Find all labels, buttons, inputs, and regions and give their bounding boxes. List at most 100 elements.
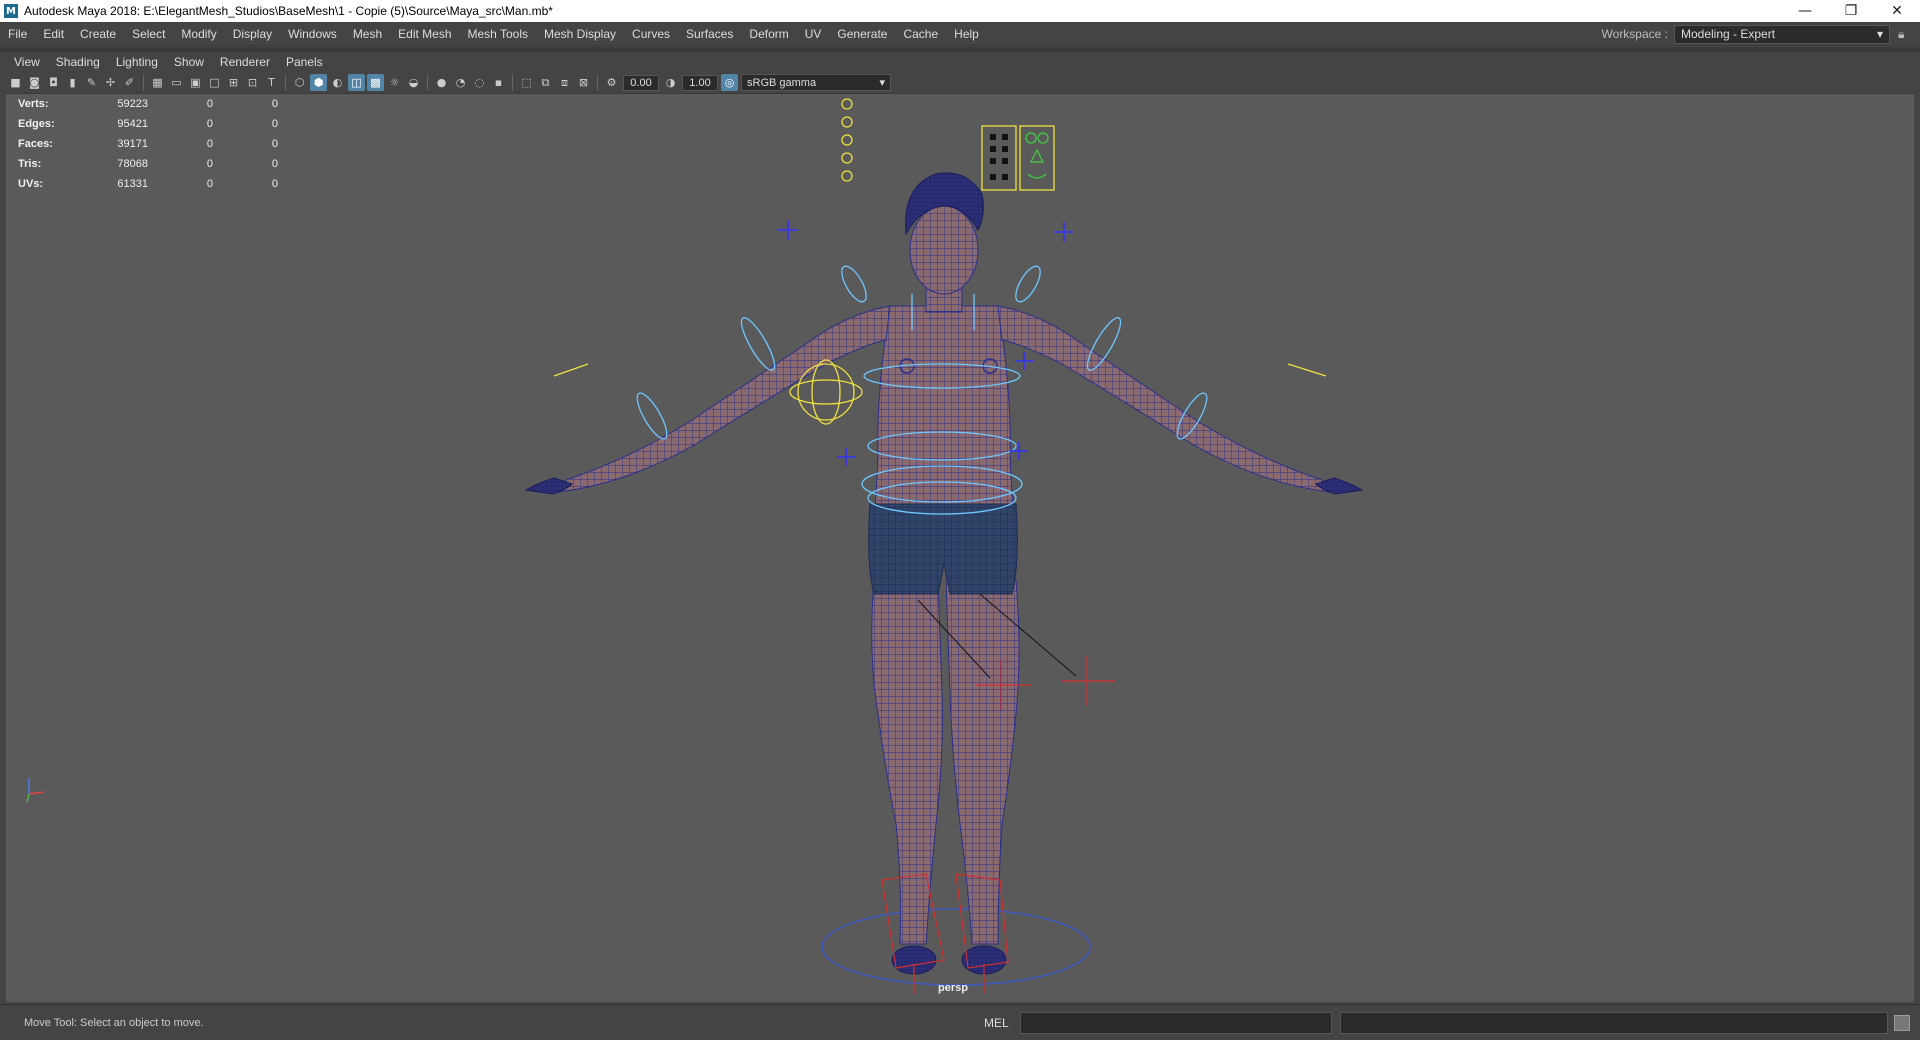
menu-surfaces[interactable]: Surfaces [678, 27, 741, 41]
depth-of-field-icon[interactable]: ▪ [490, 74, 507, 91]
grid-icon[interactable]: ▦ [149, 74, 166, 91]
menu-deform[interactable]: Deform [741, 27, 796, 41]
xray-active-components-icon[interactable]: ⧈ [556, 74, 573, 91]
hud-value: 59223 [117, 98, 148, 110]
hud-row-tris: Tris: 78068 0 0 [18, 154, 278, 174]
menu-mesh[interactable]: Mesh [345, 27, 390, 41]
right-clavicle-control [1015, 265, 1041, 303]
menu-generate[interactable]: Generate [829, 27, 895, 41]
gamma-field[interactable]: 1.00 [682, 74, 718, 91]
menu-cache[interactable]: Cache [895, 27, 946, 41]
ambient-occlusion-icon[interactable]: ● [433, 74, 450, 91]
camera-attributes-icon[interactable]: ◙ [26, 74, 43, 91]
hud-value: 0 [206, 118, 213, 130]
smooth-shade-icon[interactable]: ⬢ [310, 74, 327, 91]
restore-button[interactable]: ❐ [1828, 0, 1874, 22]
right-hand-mesh [1315, 477, 1364, 495]
default-lighting-icon[interactable]: ◐ [329, 74, 346, 91]
gamma-icon[interactable]: ◑ [662, 74, 679, 91]
menu-modify[interactable]: Modify [173, 27, 224, 41]
menu-help[interactable]: Help [946, 27, 987, 41]
hud-value: 0 [271, 98, 278, 110]
panel-menu-lighting[interactable]: Lighting [108, 55, 166, 69]
3d-viewport[interactable]: Verts: 59223 0 0 Edges: 95421 0 0 Faces:… [6, 94, 1914, 1002]
gate-mask-icon[interactable]: □ [206, 74, 223, 91]
hud-value: 39171 [117, 138, 148, 150]
face-control-dots [990, 134, 1008, 180]
xray-joints-icon[interactable]: ⊠ [575, 74, 592, 91]
command-line-bar: Move Tool: Select an object to move. MEL [0, 1004, 1920, 1040]
script-editor-icon[interactable] [1894, 1015, 1910, 1031]
menu-display[interactable]: Display [225, 27, 280, 41]
eye-control-2 [841, 98, 853, 110]
image-plane-icon[interactable]: ▮ [64, 74, 81, 91]
hud-value: 61331 [117, 178, 148, 190]
view-transform-dropdown[interactable]: sRGB gamma ▾ [741, 74, 891, 91]
film-gate-icon[interactable]: ▭ [168, 74, 185, 91]
hud-row-verts: Verts: 59223 0 0 [18, 94, 278, 114]
shadows-icon[interactable]: ◒ [405, 74, 422, 91]
eye-control-4 [841, 134, 853, 146]
menu-select[interactable]: Select [124, 27, 173, 41]
motion-blur-icon[interactable]: ◔ [452, 74, 469, 91]
menu-uv[interactable]: UV [797, 27, 830, 41]
lock-icon[interactable]: 🔒︎ [1898, 27, 1910, 41]
command-input[interactable] [1020, 1012, 1332, 1034]
root-control-circle [821, 908, 1091, 986]
resolution-gate-icon[interactable]: ▣ [187, 74, 204, 91]
head-mesh [909, 205, 979, 295]
textured-icon[interactable]: ▩ [367, 74, 384, 91]
right-hand-ik [1287, 363, 1327, 377]
right-leg-mesh [945, 579, 1020, 945]
anti-aliasing-icon[interactable]: ◌ [471, 74, 488, 91]
menu-edit-mesh[interactable]: Edit Mesh [390, 27, 459, 41]
panel-menu-shading[interactable]: Shading [48, 55, 108, 69]
hud-label: Verts: [18, 98, 49, 110]
use-all-lights-icon[interactable]: ☼ [386, 74, 403, 91]
safe-title-icon[interactable]: T [263, 74, 280, 91]
xray-icon[interactable]: ⧉ [537, 74, 554, 91]
toolbar-separator [143, 74, 144, 91]
viewport-scene [26, 98, 1364, 994]
wireframe-on-shaded-icon[interactable]: ◫ [348, 74, 365, 91]
workspace-value: Modeling - Expert [1681, 27, 1776, 41]
panel-menu-show[interactable]: Show [166, 55, 212, 69]
hud-value: 0 [206, 138, 213, 150]
menu-file[interactable]: File [0, 27, 35, 41]
field-chart-icon[interactable]: ⊞ [225, 74, 242, 91]
menu-mesh-tools[interactable]: Mesh Tools [460, 27, 536, 41]
color-management-icon[interactable]: ◎ [721, 74, 738, 91]
exposure-field[interactable]: 0.00 [623, 74, 659, 91]
camera-select-icon[interactable]: ■ [7, 74, 24, 91]
script-language-toggle[interactable]: MEL [984, 1016, 1009, 1030]
window-title: Autodesk Maya 2018: E:\ElegantMesh_Studi… [24, 4, 553, 18]
bookmark-icon[interactable]: ◘ [45, 74, 62, 91]
eye-control-6 [841, 170, 853, 182]
grease-pencil-icon[interactable]: ✎ [83, 74, 100, 91]
pen-icon[interactable]: ✐ [121, 74, 138, 91]
help-line: Move Tool: Select an object to move. [24, 1017, 204, 1029]
hud-row-uvs: UVs: 61331 0 0 [18, 174, 278, 194]
exposure-icon[interactable]: ⚙ [603, 74, 620, 91]
minimize-button[interactable]: — [1782, 0, 1828, 22]
panel-menu-view[interactable]: View [6, 55, 48, 69]
right-arm-mesh [997, 305, 1332, 493]
isolate-select-icon[interactable]: ⬚ [518, 74, 535, 91]
wireframe-icon[interactable]: ⬡ [291, 74, 308, 91]
2d-pan-zoom-icon[interactable]: ✢ [102, 74, 119, 91]
menu-mesh-display[interactable]: Mesh Display [536, 27, 624, 41]
menu-windows[interactable]: Windows [280, 27, 345, 41]
menu-edit[interactable]: Edit [35, 27, 72, 41]
safe-action-icon[interactable]: ⊡ [244, 74, 261, 91]
eye-control-3 [841, 116, 853, 128]
menu-create[interactable]: Create [72, 27, 124, 41]
panel-menu-panels[interactable]: Panels [278, 55, 331, 69]
workspace-dropdown[interactable]: Modeling - Expert ▾ [1674, 24, 1890, 44]
hud-value: 95421 [117, 118, 148, 130]
hud-label: UVs: [18, 178, 44, 190]
menu-curves[interactable]: Curves [624, 27, 678, 41]
close-button[interactable]: ✕ [1874, 0, 1920, 22]
view-transform-value: sRGB gamma [747, 76, 817, 89]
hud-value: 0 [271, 138, 278, 150]
panel-menu-renderer[interactable]: Renderer [212, 55, 278, 69]
